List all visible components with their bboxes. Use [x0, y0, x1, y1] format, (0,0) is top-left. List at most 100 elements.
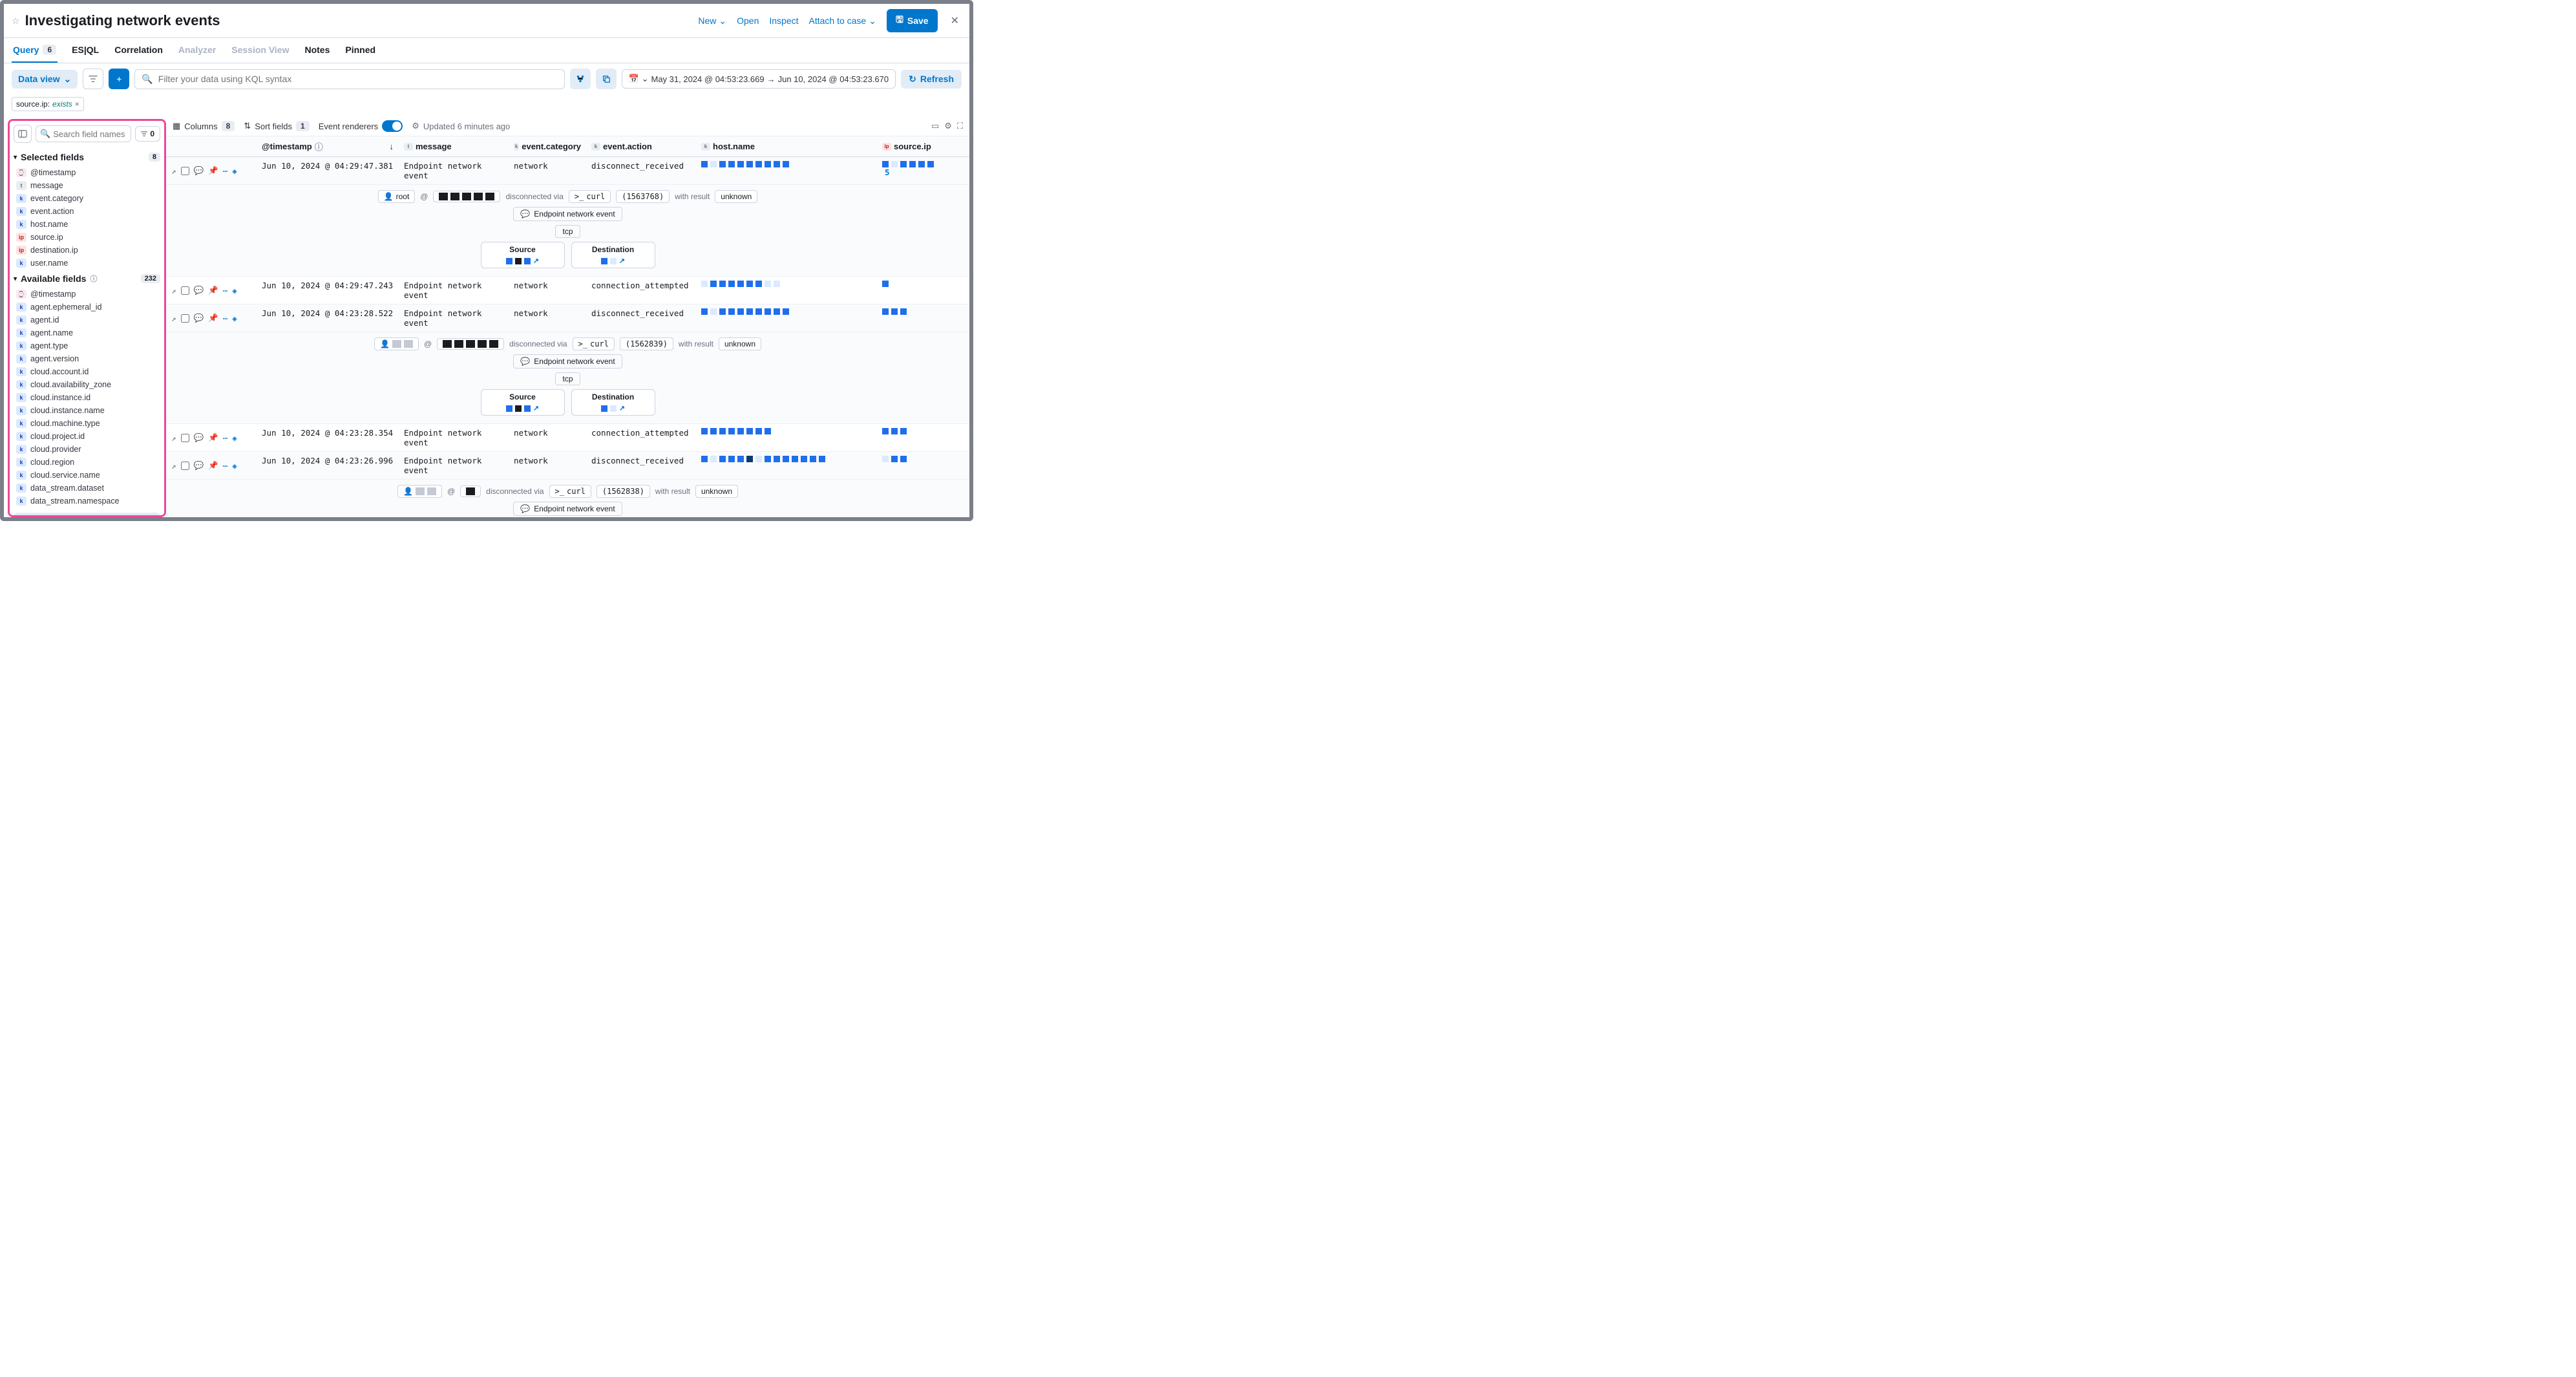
source-box[interactable]: Source↗ [481, 242, 565, 268]
field-item[interactable]: kagent.type [14, 339, 160, 352]
popout-icon[interactable]: ↗ [619, 404, 625, 412]
field-item[interactable]: kcloud.provider [14, 443, 160, 456]
attach-case-button[interactable]: Attach to case ⌄ [809, 16, 876, 27]
field-item[interactable]: kdata_stream.namespace [14, 495, 160, 507]
field-item[interactable]: kagent.name [14, 326, 160, 339]
field-search-input[interactable]: 🔍 [36, 125, 131, 142]
note-icon[interactable]: 💬 [194, 313, 204, 323]
copy-icon[interactable] [596, 69, 617, 89]
col-timestamp[interactable]: @timestamp ⓘ↓ [257, 136, 399, 156]
more-icon[interactable]: ⋯ [223, 166, 228, 176]
pid-chip[interactable]: (1563768) [616, 190, 670, 203]
field-item[interactable]: kcloud.availability_zone [14, 378, 160, 391]
col-host[interactable]: khost.name [696, 136, 877, 156]
sort-button[interactable]: ⇅Sort fields 1 [244, 121, 309, 131]
expand-icon[interactable]: ↗ [171, 286, 176, 295]
analyze-icon[interactable]: ◈ [232, 286, 237, 295]
field-item[interactable]: kagent.version [14, 352, 160, 365]
protocol-badge[interactable]: tcp [555, 225, 580, 238]
table-row[interactable]: ↗ 💬 📌 ⋯ ◈ Jun 10, 2024 @ 04:29:47.243End… [166, 277, 969, 304]
field-item[interactable]: ipsource.ip [14, 231, 160, 244]
filter-chip-source-ip[interactable]: source.ip: exists × [12, 97, 84, 111]
pin-icon[interactable]: 📌 [208, 432, 218, 443]
result-chip[interactable]: unknown [695, 485, 738, 498]
endpoint-badge[interactable]: 💬Endpoint network event [513, 207, 622, 221]
field-item[interactable]: kuser.name [14, 257, 160, 270]
row-checkbox[interactable] [181, 462, 189, 470]
pid-chip[interactable]: (1562839) [620, 337, 673, 350]
tab-correlation[interactable]: Correlation [113, 38, 164, 63]
note-icon[interactable]: 💬 [194, 460, 204, 471]
settings-icon[interactable]: ⚙ [944, 121, 952, 131]
field-item[interactable]: kcloud.region [14, 456, 160, 469]
user-chip[interactable]: 👤root [378, 190, 416, 203]
table-row[interactable]: ↗ 💬 📌 ⋯ ◈ Jun 10, 2024 @ 04:23:28.354End… [166, 424, 969, 452]
more-icon[interactable]: ⋯ [223, 286, 228, 295]
process-chip[interactable]: >_ curl [573, 337, 615, 350]
field-item[interactable]: kevent.category [14, 192, 160, 205]
popout-icon[interactable]: ↗ [533, 404, 539, 412]
row-checkbox[interactable] [181, 167, 189, 175]
field-item[interactable]: kcloud.machine.type [14, 417, 160, 430]
add-field-button[interactable]: ⊞ Add a field [14, 513, 160, 517]
open-button[interactable]: Open [737, 16, 759, 26]
more-icon[interactable]: ⋯ [223, 433, 228, 443]
endpoint-badge[interactable]: 💬Endpoint network event [513, 354, 622, 368]
tab-notes[interactable]: Notes [303, 38, 331, 63]
result-chip[interactable]: unknown [715, 190, 757, 203]
endpoint-badge[interactable]: 💬Endpoint network event [513, 502, 622, 516]
dataview-button[interactable]: Data view ⌄ [12, 70, 78, 89]
pin-icon[interactable]: 📌 [208, 460, 218, 471]
note-icon[interactable]: 💬 [194, 432, 204, 443]
more-icon[interactable]: ⋯ [223, 314, 228, 323]
user-chip[interactable]: 👤 [397, 485, 442, 498]
host-chip[interactable] [460, 486, 481, 497]
col-source[interactable]: ipsource.ip [877, 136, 969, 156]
remove-filter-icon[interactable]: × [75, 100, 79, 109]
process-chip[interactable]: >_ curl [569, 190, 611, 203]
col-message[interactable]: tmessage [399, 136, 509, 156]
close-icon[interactable]: ✕ [948, 14, 962, 27]
analyze-icon[interactable]: ◈ [232, 314, 237, 323]
field-item[interactable]: kcloud.service.name [14, 469, 160, 482]
inspect-button[interactable]: Inspect [769, 16, 798, 26]
row-checkbox[interactable] [181, 434, 189, 442]
date-range-picker[interactable]: 📅 ⌄ May 31, 2024 @ 04:53:23.669 → Jun 10… [622, 69, 896, 89]
field-item[interactable]: khost.name [14, 218, 160, 231]
destination-box[interactable]: Destination↗ [571, 389, 655, 416]
table-row[interactable]: ↗ 💬 📌 ⋯ ◈ Jun 10, 2024 @ 04:29:47.381End… [166, 157, 969, 185]
host-chip[interactable] [437, 338, 504, 350]
field-item[interactable]: kcloud.instance.name [14, 404, 160, 417]
field-item[interactable]: kcloud.instance.id [14, 391, 160, 404]
result-chip[interactable]: unknown [719, 337, 761, 350]
field-item[interactable]: ⌚@timestamp [14, 166, 160, 179]
note-icon[interactable]: 💬 [194, 285, 204, 295]
sort-desc-icon[interactable]: ↓ [390, 142, 394, 151]
kql-input[interactable] [158, 74, 558, 84]
favorite-star-icon[interactable]: ☆ [12, 16, 20, 27]
field-filter-button[interactable]: 0 [135, 126, 160, 142]
field-item[interactable]: tmessage [14, 179, 160, 192]
host-chip[interactable] [433, 191, 500, 202]
selected-fields-header[interactable]: ▸ Selected fields 8 [14, 148, 160, 166]
field-item[interactable]: ⌚@timestamp [14, 288, 160, 301]
expand-icon[interactable]: ↗ [171, 314, 176, 323]
field-item[interactable]: kcloud.account.id [14, 365, 160, 378]
expand-icon[interactable]: ↗ [171, 166, 176, 176]
more-icon[interactable]: ⋯ [223, 461, 228, 471]
field-item[interactable]: ipdestination.ip [14, 244, 160, 257]
destination-box[interactable]: Destination↗ [571, 242, 655, 268]
popout-icon[interactable]: ↗ [619, 257, 625, 265]
expand-icon[interactable]: ↗ [171, 433, 176, 443]
expand-icon[interactable]: ↗ [171, 461, 176, 471]
tab-esql[interactable]: ES|QL [70, 38, 100, 63]
pin-icon[interactable]: 📌 [208, 313, 218, 323]
filter-icon[interactable] [83, 69, 103, 89]
source-box[interactable]: Source↗ [481, 389, 565, 416]
display-options-icon[interactable]: ▭ [931, 121, 939, 131]
tab-query[interactable]: Query6 [12, 38, 58, 63]
field-item[interactable]: kagent.ephemeral_id [14, 301, 160, 314]
fullscreen-icon[interactable]: ⛶ [957, 121, 963, 131]
toggle-sidebar-icon[interactable] [14, 125, 32, 143]
table-row[interactable]: ↗ 💬 📌 ⋯ ◈ Jun 10, 2024 @ 04:23:28.522End… [166, 304, 969, 332]
